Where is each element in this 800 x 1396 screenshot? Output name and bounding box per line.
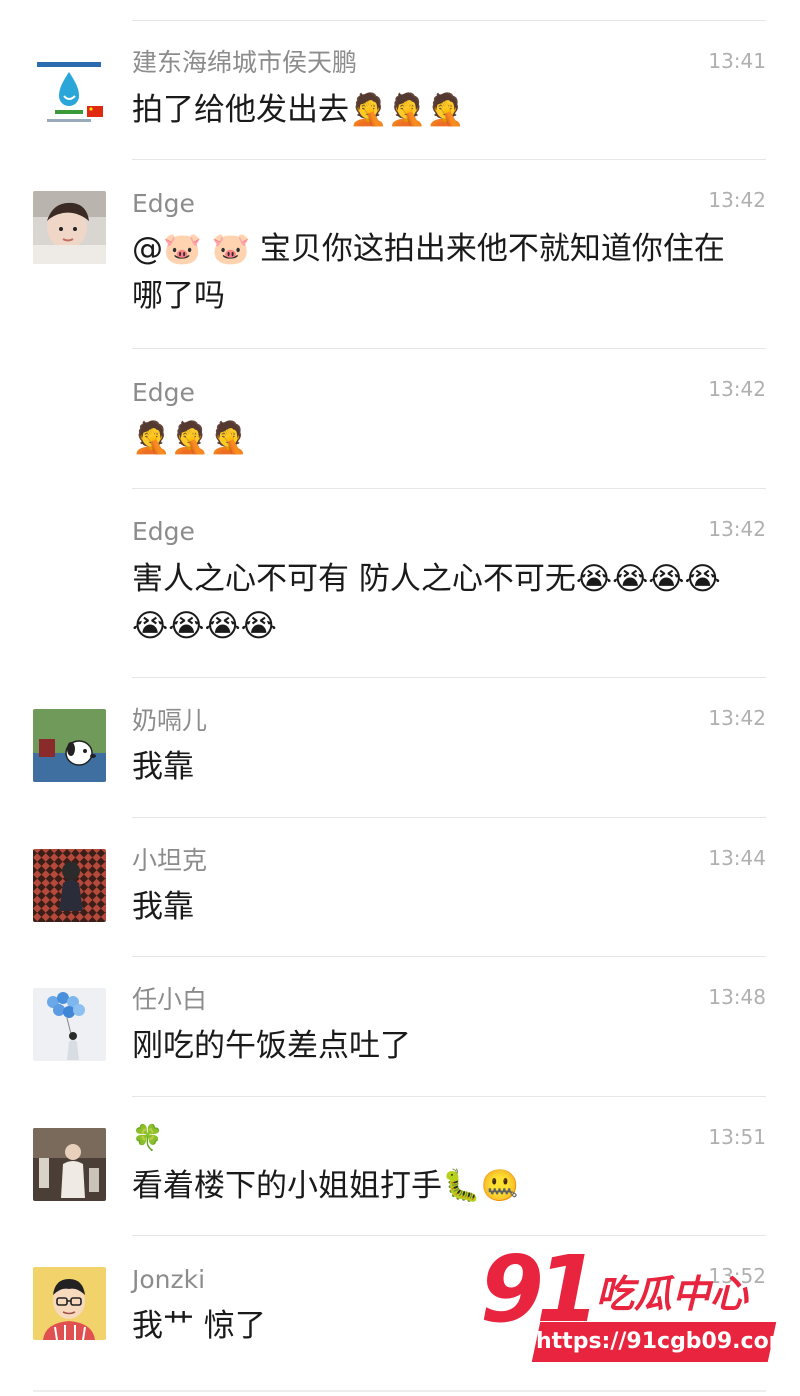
sender-name: 🍀 bbox=[132, 1123, 164, 1152]
timestamp: 13:48 bbox=[708, 985, 766, 1009]
bottom-edge bbox=[33, 1390, 766, 1392]
balloon-photo-icon bbox=[33, 988, 106, 1061]
message-text: 我靠 bbox=[132, 744, 742, 791]
message-item[interactable]: Edge 13:42 🤦🤦🤦 bbox=[0, 349, 800, 489]
message-item[interactable]: 任小白 13:48 刚吃的午饭差点吐了 bbox=[0, 957, 800, 1097]
avatar[interactable] bbox=[33, 1267, 106, 1340]
caterpillar-emoji-icon: 🐛🤐 bbox=[442, 1168, 520, 1204]
message-text: 我靠 bbox=[132, 884, 742, 931]
message-text: @🐷 🐷 宝贝你这拍出来他不就知道你住在哪了吗 bbox=[132, 226, 742, 320]
sender-name: Edge bbox=[132, 189, 195, 218]
message-text-content: 看着楼下的小姐姐打手 bbox=[132, 1168, 442, 1204]
avatar[interactable] bbox=[33, 988, 106, 1061]
timestamp: 13:42 bbox=[708, 706, 766, 730]
sender-name: 建东海绵城市侯天鹏 bbox=[132, 48, 358, 77]
avatar[interactable] bbox=[33, 849, 106, 922]
baby-photo-icon bbox=[33, 191, 106, 264]
message-text-content: 我靠 bbox=[132, 749, 194, 785]
sender-name: Edge bbox=[132, 517, 195, 546]
interior-photo-icon bbox=[33, 1128, 106, 1201]
avatar[interactable] bbox=[33, 1128, 106, 1201]
watermark-url-text: https://91cgb09.com bbox=[536, 1329, 792, 1354]
watermark-url: https://91cgb09.com bbox=[531, 1322, 792, 1362]
avatar[interactable] bbox=[33, 191, 106, 264]
message-item[interactable]: Edge 13:42 @🐷 🐷 宝贝你这拍出来他不就知道你住在哪了吗 bbox=[0, 160, 800, 349]
timestamp: 13:42 bbox=[708, 517, 766, 541]
message-text-content: 我艹 惊了 bbox=[132, 1308, 266, 1344]
message-text: 🤦🤦🤦 bbox=[132, 415, 742, 462]
sender-name: Jonzki bbox=[132, 1265, 206, 1294]
message-item[interactable]: 建东海绵城市侯天鹏 13:41 拍了给他发出去🤦🤦🤦 bbox=[0, 21, 800, 160]
message-item[interactable]: 奶嗝儿 13:42 我靠 bbox=[0, 678, 800, 818]
cartoon-face-icon bbox=[33, 1267, 106, 1340]
sender-name: Edge bbox=[132, 378, 195, 407]
message-text-content: @🐷 🐷 宝贝你这拍出来他不就知道你住在哪了吗 bbox=[132, 231, 725, 314]
avatar[interactable] bbox=[33, 709, 106, 782]
message-text: 看着楼下的小姐姐打手🐛🤐 bbox=[132, 1163, 742, 1210]
avatar[interactable] bbox=[33, 56, 106, 129]
watermark: 91 吃瓜中心 https://91cgb09.com bbox=[478, 1240, 792, 1371]
cartoon-dog-icon bbox=[33, 709, 106, 782]
timestamp: 13:42 bbox=[708, 377, 766, 401]
checker-photo-icon bbox=[33, 849, 106, 922]
message-text: 害人之心不可有 防人之心不可无😭😭😭😭😭😭😭😭 bbox=[132, 556, 742, 650]
timestamp: 13:41 bbox=[708, 49, 766, 73]
watermark-brand-text: 吃瓜中心 bbox=[596, 1272, 749, 1316]
message-item[interactable]: Edge 13:42 害人之心不可有 防人之心不可无😭😭😭😭😭😭😭😭 bbox=[0, 489, 800, 678]
timestamp: 13:51 bbox=[708, 1125, 766, 1149]
facepalm-emoji-icon: 🤦🤦🤦 bbox=[349, 92, 465, 128]
message-text-content: 我靠 bbox=[132, 889, 194, 925]
message-text-content: 刚吃的午饭差点吐了 bbox=[132, 1028, 411, 1064]
timestamp: 13:42 bbox=[708, 188, 766, 212]
message-item[interactable]: 小坦克 13:44 我靠 bbox=[0, 818, 800, 957]
message-item[interactable]: 🍀 13:51 看着楼下的小姐姐打手🐛🤐 bbox=[0, 1097, 800, 1236]
sender-name: 小坦克 bbox=[132, 846, 208, 875]
message-text: 刚吃的午饭差点吐了 bbox=[132, 1023, 742, 1070]
message-text-content: 害人之心不可有 防人之心不可无 bbox=[132, 561, 576, 597]
timestamp: 13:44 bbox=[708, 846, 766, 870]
org-logo-icon bbox=[33, 56, 106, 129]
facepalm-emoji-icon: 🤦🤦🤦 bbox=[132, 420, 248, 456]
sender-name: 奶嗝儿 bbox=[132, 706, 208, 735]
message-text: 拍了给他发出去🤦🤦🤦 bbox=[132, 87, 742, 134]
message-text-content: 拍了给他发出去 bbox=[132, 92, 349, 128]
sender-name: 任小白 bbox=[132, 985, 208, 1014]
